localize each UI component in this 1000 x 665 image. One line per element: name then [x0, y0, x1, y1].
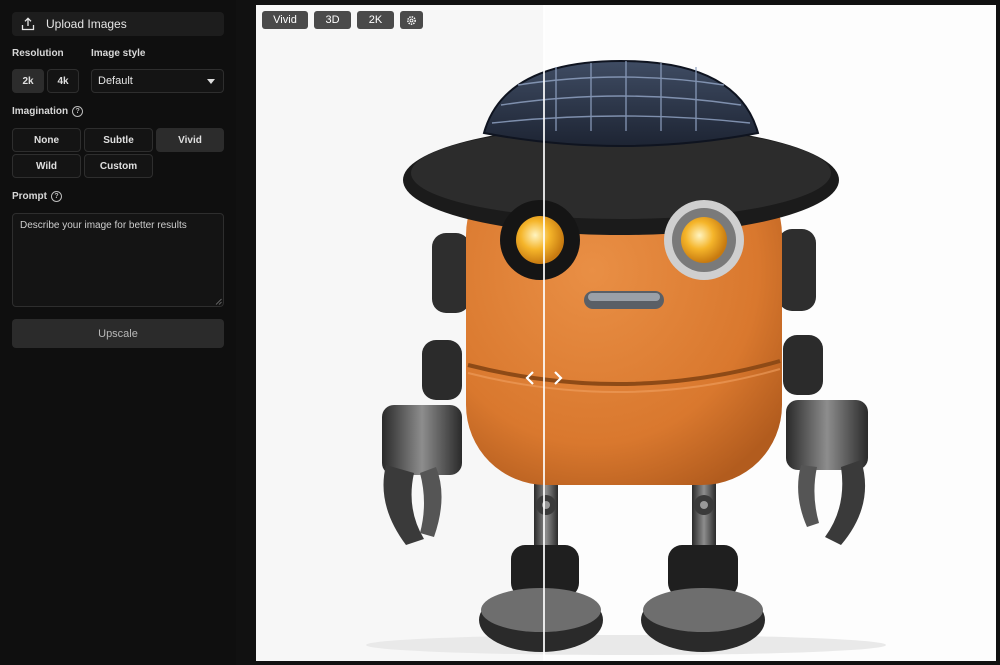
resolution-label-text: Resolution: [12, 48, 64, 59]
resolution-2k-button[interactable]: 2k: [12, 69, 44, 93]
chevron-left-icon[interactable]: [524, 370, 536, 386]
tag-vivid-label: Vivid: [273, 14, 297, 26]
upload-images-label: Upload Images: [46, 17, 127, 31]
prompt-textarea[interactable]: [12, 213, 224, 307]
upscale-label: Upscale: [98, 327, 138, 340]
chevron-down-icon: [207, 79, 215, 84]
tag-vivid: Vivid: [262, 11, 308, 29]
imagination-label-text: Imagination: [12, 106, 69, 117]
image-style-label: Image style: [91, 48, 145, 59]
tag-2k-label: 2K: [368, 14, 383, 26]
imagination-none-label: None: [34, 134, 59, 146]
imagination-vivid-label: Vivid: [178, 134, 202, 146]
chevron-right-icon[interactable]: [552, 370, 564, 386]
resolution-2k-label: 2k: [22, 75, 34, 87]
gear-icon: [407, 15, 416, 25]
image-style-select[interactable]: Default: [91, 69, 224, 93]
tag-2k: 2K: [357, 11, 394, 29]
settings-button[interactable]: [400, 11, 423, 29]
prompt-label-text: Prompt: [12, 191, 47, 202]
tag-3d-label: 3D: [325, 14, 340, 26]
resize-grip-icon[interactable]: [215, 298, 222, 305]
compare-slider-handle[interactable]: [543, 5, 545, 661]
imagination-none-button[interactable]: None: [12, 128, 81, 152]
upscale-button[interactable]: Upscale: [12, 319, 224, 348]
tag-3d: 3D: [314, 11, 351, 29]
prompt-label: Prompt ?: [12, 191, 62, 202]
resolution-4k-button[interactable]: 4k: [47, 69, 79, 93]
imagination-wild-button[interactable]: Wild: [12, 154, 81, 178]
imagination-subtle-label: Subtle: [103, 134, 134, 146]
image-style-label-text: Image style: [91, 48, 146, 59]
resolution-4k-label: 4k: [57, 75, 69, 87]
help-icon[interactable]: ?: [51, 191, 62, 202]
help-icon[interactable]: ?: [72, 106, 84, 117]
imagination-label: Imagination ?: [12, 106, 84, 117]
imagination-custom-label: Custom: [99, 160, 138, 172]
imagination-subtle-button[interactable]: Subtle: [84, 128, 153, 152]
upload-icon: [21, 17, 35, 31]
resolution-label: Resolution: [12, 48, 64, 59]
robot-image: [366, 59, 886, 655]
imagination-custom-button[interactable]: Custom: [84, 154, 153, 178]
imagination-wild-label: Wild: [35, 160, 57, 172]
app-window: Upload Images Resolution Image style 2k …: [0, 0, 1000, 665]
image-style-value: Default: [98, 75, 133, 87]
image-compare-preview[interactable]: Vivid 3D 2K: [256, 5, 996, 661]
upload-images-button[interactable]: Upload Images: [12, 12, 224, 36]
sidebar: Upload Images Resolution Image style 2k …: [0, 0, 236, 665]
imagination-vivid-button[interactable]: Vivid: [156, 128, 224, 152]
